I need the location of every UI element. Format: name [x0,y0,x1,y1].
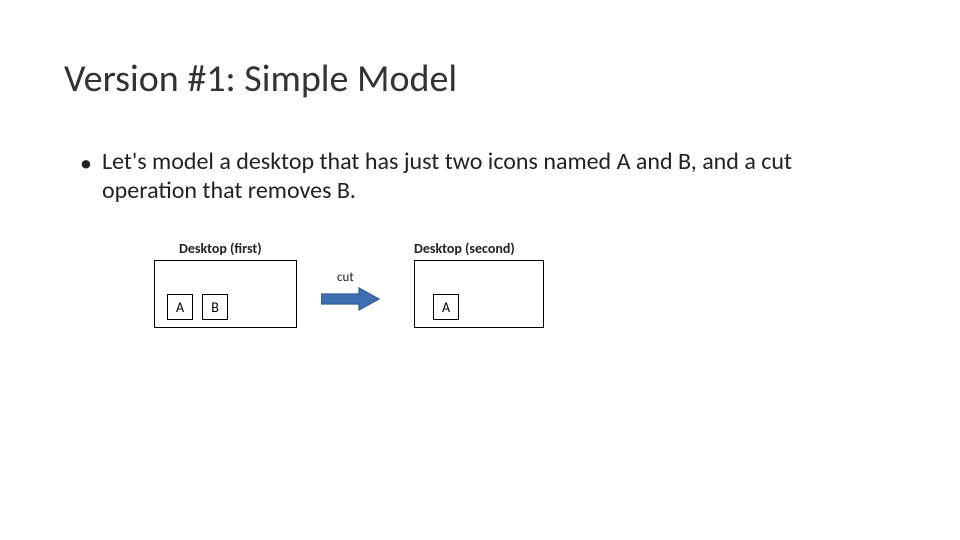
desktop-diagram: Desktop (first) Desktop (second) cut A B… [154,240,694,360]
label-desktop-first: Desktop (first) [179,240,262,257]
label-desktop-second: Desktop (second) [414,240,515,257]
bullet-text: Let's model a desktop that has just two … [80,148,890,206]
arrow-shape [321,288,379,310]
icon-b-first: B [202,294,228,320]
slide-title: Version #1: Simple Model [64,56,457,102]
bullet-item: • Let's model a desktop that has just tw… [80,148,890,206]
arrow-icon [321,287,381,311]
bullet-marker: • [80,150,92,179]
icon-a-second: A [433,294,459,320]
cut-label: cut [337,270,354,285]
icon-a-first: A [167,294,193,320]
